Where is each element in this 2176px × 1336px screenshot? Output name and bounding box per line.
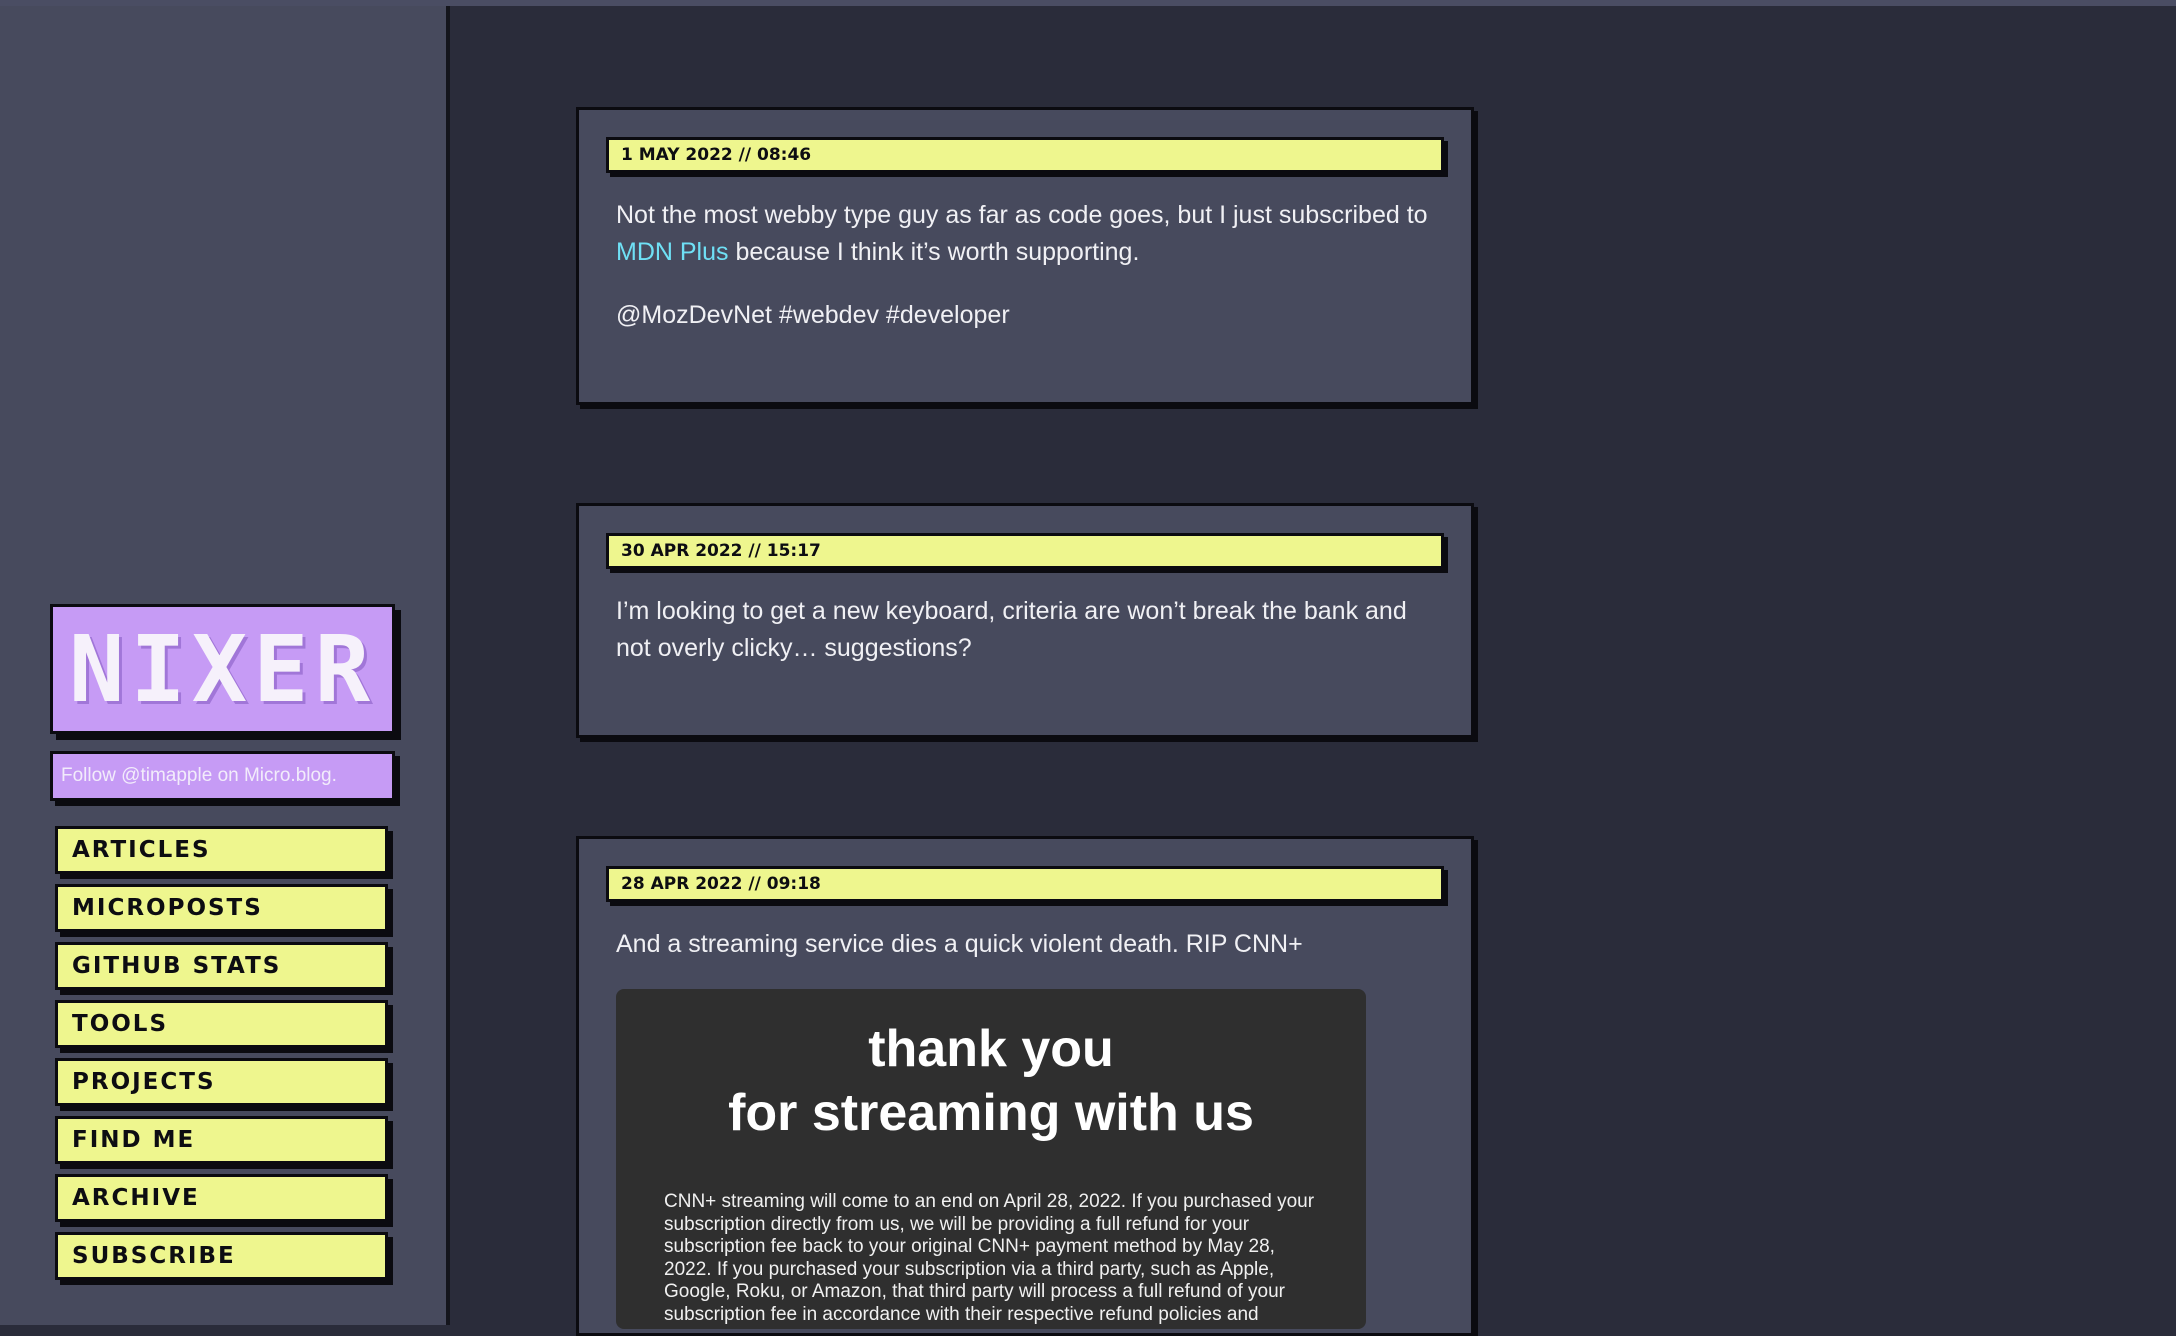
post-text-start: Not the most webby type guy as far as co… [616,201,1428,229]
sidebar: NIXER Follow @timapple on Micro.blog. AR… [0,6,450,1325]
nav-archive[interactable]: ARCHIVE [55,1174,388,1222]
micropost: 30 APR 2022 // 15:17 I’m looking to get … [576,503,1474,738]
micropost: 1 MAY 2022 // 08:46 Not the most webby t… [576,107,1474,405]
embed-title: thank you for streaming with us [616,989,1366,1145]
mdn-plus-link[interactable]: MDN Plus [616,238,729,266]
post-text: I’m looking to get a new keyboard, crite… [616,597,1407,662]
site-logo-text: NIXER [69,615,376,723]
post-date[interactable]: 1 MAY 2022 // 08:46 [606,137,1444,173]
embed-title-line1: thank you [868,1020,1114,1078]
post-body: And a streaming service dies a quick vio… [616,926,1446,1329]
post-text: And a streaming service dies a quick vio… [616,930,1303,958]
site-logo[interactable]: NIXER [50,604,395,734]
embed-title-line2: for streaming with us [728,1084,1254,1142]
post-date[interactable]: 30 APR 2022 // 15:17 [606,533,1444,569]
post-body: Not the most webby type guy as far as co… [616,197,1446,360]
embedded-image[interactable]: thank you for streaming with us CNN+ str… [616,989,1366,1329]
nav-find-me[interactable]: FIND ME [55,1116,388,1164]
nav-github-stats[interactable]: GITHUB STATS [55,942,388,990]
post-date[interactable]: 28 APR 2022 // 09:18 [606,866,1444,902]
nav-subscribe[interactable]: SUBSCRIBE [55,1232,388,1280]
main-nav: ARTICLES MICROPOSTS GITHUB STATS TOOLS P… [55,826,393,1290]
post-tags: @MozDevNet #webdev #developer [616,301,1010,329]
nav-articles[interactable]: ARTICLES [55,826,388,874]
follow-link[interactable]: Follow @timapple on Micro.blog. [50,751,395,801]
micropost: 28 APR 2022 // 09:18 And a streaming ser… [576,836,1474,1336]
post-text-end: because I think it’s worth supporting. [728,238,1140,266]
nav-tools[interactable]: TOOLS [55,1000,388,1048]
post-text: Not the most webby type guy as far as co… [616,197,1446,271]
nav-projects[interactable]: PROJECTS [55,1058,388,1106]
post-body: I’m looking to get a new keyboard, crite… [616,593,1446,693]
embed-body-text: CNN+ streaming will come to an end on Ap… [664,1191,1315,1325]
nav-microposts[interactable]: MICROPOSTS [55,884,388,932]
